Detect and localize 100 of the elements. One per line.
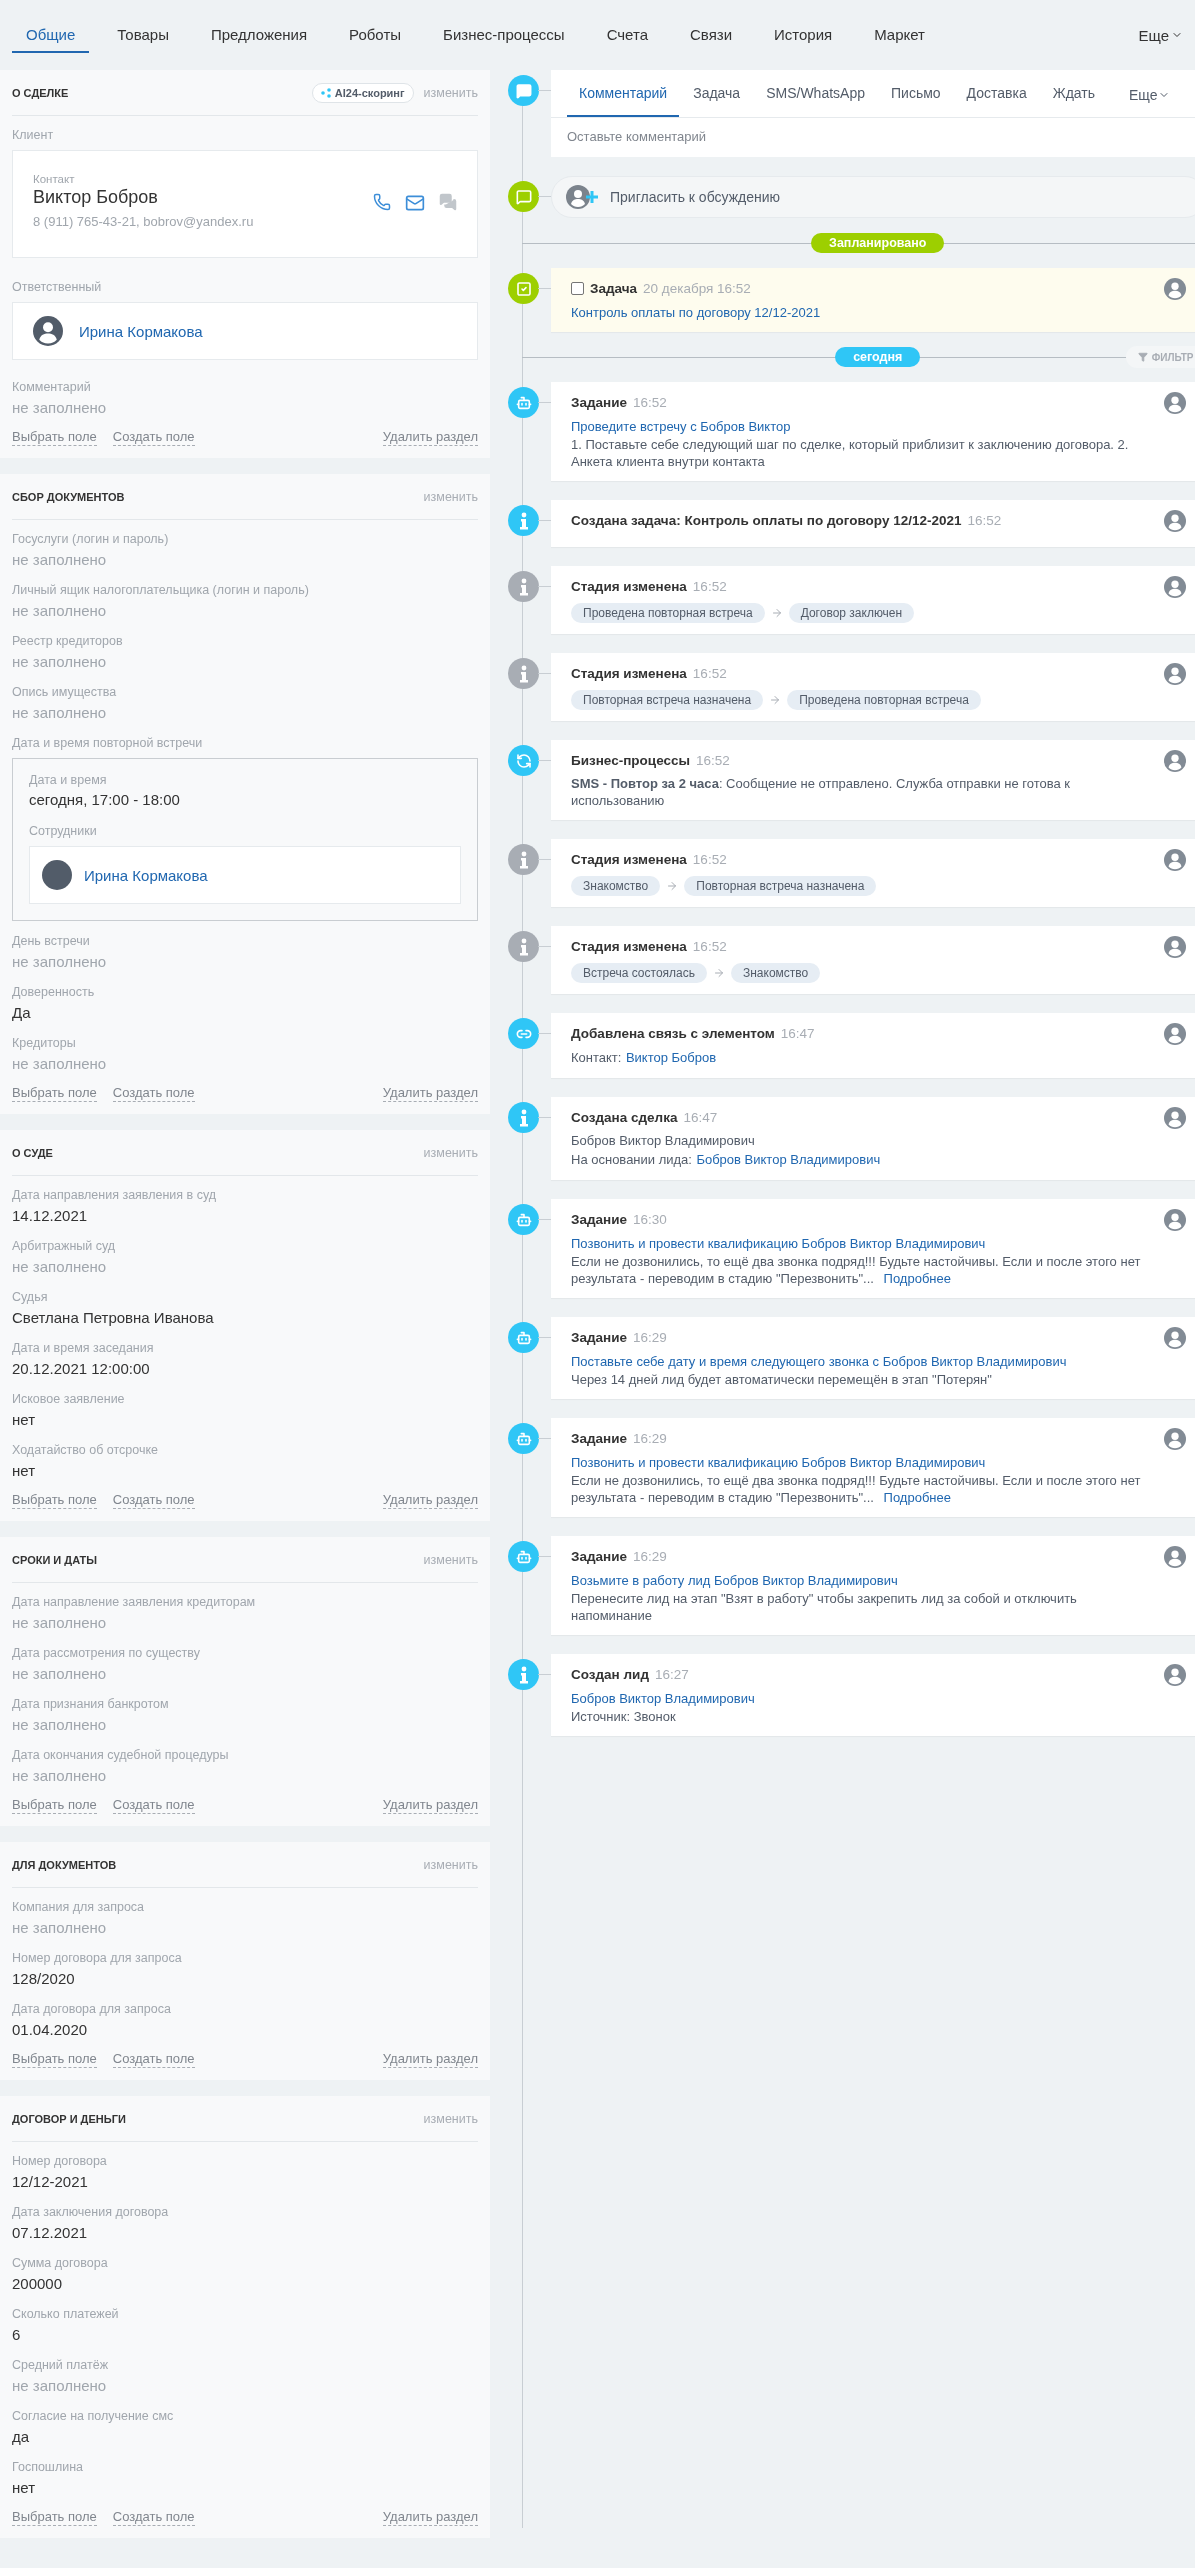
task-link[interactable]: Возьмите в работу лид Бобров Виктор Владимирович [571, 1573, 898, 1588]
person-link[interactable]: Ирина Кормакова [84, 866, 208, 884]
nav-tab[interactable]: Маркет [860, 7, 939, 53]
create-field-link[interactable]: Создать поле [112, 1797, 195, 1814]
more-link[interactable]: Подробнее [883, 1271, 951, 1286]
event-time: 16:52 [633, 394, 667, 410]
field-label: Дата направления заявления в суд [12, 1187, 218, 1204]
delete-section-link[interactable]: Удалить раздел [382, 2051, 478, 2068]
delete-section-link[interactable]: Удалить раздел [382, 1797, 478, 1814]
stage-chip: Повторная встреча назначена [571, 690, 764, 710]
more-link[interactable]: Подробнее [883, 1490, 951, 1505]
event-title: Создан лид [571, 1666, 649, 1682]
create-field-link[interactable]: Создать поле [112, 2051, 195, 2068]
user-icon [1163, 510, 1186, 532]
phone-icon[interactable] [373, 193, 391, 211]
field-value: не заполнено [12, 398, 108, 418]
event-title: Задание [571, 1211, 627, 1227]
mail-icon[interactable] [405, 193, 425, 213]
nav-tab[interactable]: Товары [103, 7, 183, 53]
event-title: Задание [571, 394, 627, 410]
nav-tab[interactable]: Предложения [196, 7, 322, 53]
entity-link[interactable]: Бобров Виктор Владимирович [696, 1152, 881, 1167]
section-title: О СДЕЛКЕ [12, 86, 70, 99]
event-text: SMS - Повтор за 2 часа: Сообщение не отправлено. Служба отправки не готова к использованию [571, 775, 1071, 809]
delete-section-link[interactable]: Удалить раздел [382, 429, 478, 446]
user-icon [1163, 576, 1186, 598]
composer-tab[interactable]: Задача [681, 85, 753, 117]
event-title: Задание [571, 1548, 627, 1564]
field-value: не заполнено [12, 1664, 108, 1684]
select-field-link[interactable]: Выбрать поле [12, 2509, 97, 2526]
field-label: Дата договора для запроса [12, 2001, 172, 2018]
field-label: Номер договора [12, 2153, 108, 2170]
section-title: СРОКИ И ДАТЫ [12, 1553, 99, 1566]
nav-tab[interactable]: Счета [592, 7, 662, 53]
field-label: Судья [12, 1289, 49, 1306]
composer-tab[interactable]: Ждать [1040, 85, 1107, 117]
event-title: Добавлена связь с элементом [571, 1025, 775, 1041]
robot-icon [515, 394, 532, 411]
scoring-badge[interactable]: AI24-скоринг [311, 82, 414, 103]
more-menu[interactable]: Еще [1109, 87, 1190, 117]
delete-section-link[interactable]: Удалить раздел [382, 2509, 478, 2526]
field-value: нет [12, 2478, 36, 2498]
field-value: 01.04.2020 [12, 2020, 89, 2040]
field-value: 14.12.2021 [12, 1206, 89, 1226]
composer-tab[interactable]: Письмо [879, 85, 953, 117]
task-link[interactable]: Позвонить и провести квалификацию Бобров Виктор Владимирович [571, 1455, 986, 1470]
event-title: Стадия изменена [571, 665, 687, 681]
field-value: 12/12-2021 [12, 2172, 89, 2192]
arrow-icon [666, 880, 679, 892]
field-label: Кредиторы [12, 1035, 77, 1052]
task-link[interactable]: Проведите встречу с Бобров Виктор [571, 419, 791, 434]
arrow-icon [769, 694, 782, 706]
event-time: 16:52 [692, 665, 727, 681]
task-link[interactable]: Поставьте себе дату и время следующего звонка с Бобров Виктор Владимирович [571, 1354, 1067, 1369]
composer-tab[interactable]: Доставка [954, 85, 1039, 117]
create-field-link[interactable]: Создать поле [112, 2509, 195, 2526]
user-icon [1163, 1428, 1186, 1450]
task-checkbox[interactable] [571, 281, 584, 295]
field-label: Дата окончания судебной процедуры [12, 1747, 230, 1764]
composer-tab[interactable]: SMS/WhatsApp [754, 85, 877, 117]
create-field-link[interactable]: Создать поле [112, 1492, 195, 1509]
delete-section-link[interactable]: Удалить раздел [382, 1492, 478, 1509]
event-time: 16:30 [633, 1211, 667, 1227]
task-link[interactable]: Контроль оплаты по договору 12/12-2021 [571, 305, 821, 320]
event-time: 16:52 [692, 938, 727, 954]
select-field-link[interactable]: Выбрать поле [12, 1085, 97, 1102]
info-icon [518, 511, 529, 530]
event-time: 16:52 [967, 512, 1002, 528]
event-time: 16:29 [633, 1329, 667, 1345]
event-time: 16:29 [633, 1430, 667, 1446]
select-field-link[interactable]: Выбрать поле [12, 1797, 97, 1814]
nav-tab[interactable]: Бизнес-процессы [429, 7, 579, 53]
task-link[interactable]: Бобров Виктор Владимирович [571, 1691, 755, 1706]
nav-tab[interactable]: Связи [676, 7, 746, 53]
field-value: 6 [12, 2325, 22, 2345]
select-field-link[interactable]: Выбрать поле [12, 2051, 97, 2068]
nav-tab[interactable]: История [760, 7, 847, 53]
field-label: Дата заключения договора [12, 2204, 170, 2221]
composer-tab[interactable]: Комментарий [567, 85, 680, 117]
field-label: Сумма договора [12, 2255, 109, 2272]
field-value: 200000 [12, 2274, 64, 2294]
create-field-link[interactable]: Создать поле [112, 429, 195, 446]
more-menu[interactable]: Еще [1138, 16, 1183, 44]
stage-chip: Проведена повторная встреча [571, 603, 765, 623]
nav-tab[interactable]: Роботы [335, 7, 416, 53]
create-field-link[interactable]: Создать поле [112, 1085, 195, 1102]
info-icon [518, 1108, 529, 1127]
field-value: Да [12, 1003, 32, 1023]
entity-link[interactable]: Виктор Бобров [625, 1050, 717, 1065]
comment-input[interactable]: Оставьте комментарий [551, 118, 1195, 157]
select-field-link[interactable]: Выбрать поле [12, 1492, 97, 1509]
invite-button[interactable]: Пригласить к обсуждению [551, 176, 1195, 218]
event-text: Если не дозвонились, то ещё два звонка подряд!!! Будьте настойчивы. Если и после этого нет результата - переводим в стадию "Перезвонить"... Подробнее [571, 1253, 1142, 1287]
person-link[interactable]: Ирина Кормакова [79, 322, 203, 340]
event-time: 16:52 [692, 578, 727, 594]
select-field-link[interactable]: Выбрать поле [12, 429, 97, 446]
task-link[interactable]: Позвонить и провести квалификацию Бобров Виктор Владимирович [571, 1236, 986, 1251]
event-time: 16:47 [683, 1109, 718, 1125]
delete-section-link[interactable]: Удалить раздел [382, 1085, 478, 1102]
nav-tab[interactable]: Общие [12, 7, 90, 53]
